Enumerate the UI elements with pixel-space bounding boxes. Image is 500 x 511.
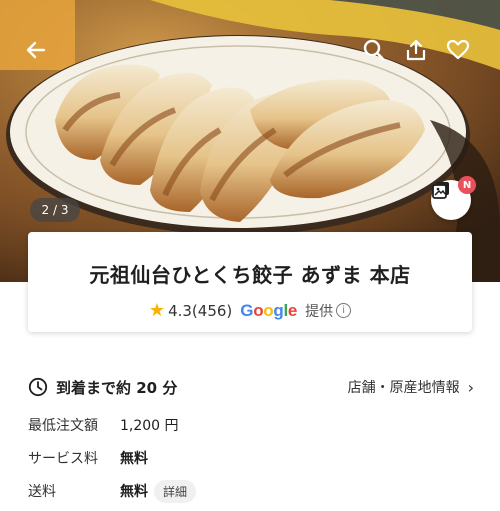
- store-origin-info-link[interactable]: 店舗・原産地情報 ›: [348, 377, 474, 397]
- chevron-right-icon: ›: [467, 377, 474, 397]
- info-icon[interactable]: i: [336, 303, 352, 318]
- delivery-fee-label: 送料: [28, 484, 56, 500]
- photo-gallery-icon: [432, 182, 449, 199]
- back-arrow-icon[interactable]: [18, 32, 54, 68]
- rating-row[interactable]: ★ 4.3 (456) Google 提供 i: [28, 300, 472, 321]
- share-icon[interactable]: [398, 32, 434, 68]
- min-order-value: 1,200 円: [120, 418, 179, 434]
- min-order-row: 最低注文額 1,200 円: [28, 414, 428, 436]
- search-icon[interactable]: [356, 32, 392, 68]
- review-count: (456): [191, 301, 233, 320]
- clock-icon: [28, 377, 48, 397]
- store-origin-info-label: 店舗・原産地情報: [347, 380, 460, 396]
- delivery-fee-row: 送料 無料 詳細: [28, 479, 428, 503]
- delivery-fee-value: 無料: [120, 484, 148, 500]
- provided-label: 提供: [305, 303, 334, 320]
- min-order-label: 最低注文額: [28, 418, 98, 434]
- eta-row: 到着まで約 20 分 店舗・原産地情報 ›: [28, 376, 474, 398]
- store-name: 元祖仙台ひとくち餃子 あずま 本店: [89, 263, 411, 287]
- service-fee-row: サービス料 無料: [28, 447, 428, 469]
- photo-pager: 2 / 3: [30, 198, 80, 222]
- service-fee-label: サービス料: [28, 451, 98, 467]
- rating-value: 4.3: [168, 301, 192, 320]
- heart-icon[interactable]: [440, 32, 476, 68]
- eta-text: 到着まで約 20 分: [56, 378, 178, 397]
- new-photo-badge: N: [458, 176, 476, 194]
- store-info-card: 元祖仙台ひとくち餃子 あずま 本店 ★ 4.3 (456) Google 提供 …: [28, 232, 472, 332]
- service-fee-value: 無料: [120, 451, 148, 467]
- google-logo: Google: [240, 300, 298, 320]
- star-icon: ★: [148, 300, 166, 321]
- delivery-fee-detail-button[interactable]: 詳細: [154, 479, 197, 503]
